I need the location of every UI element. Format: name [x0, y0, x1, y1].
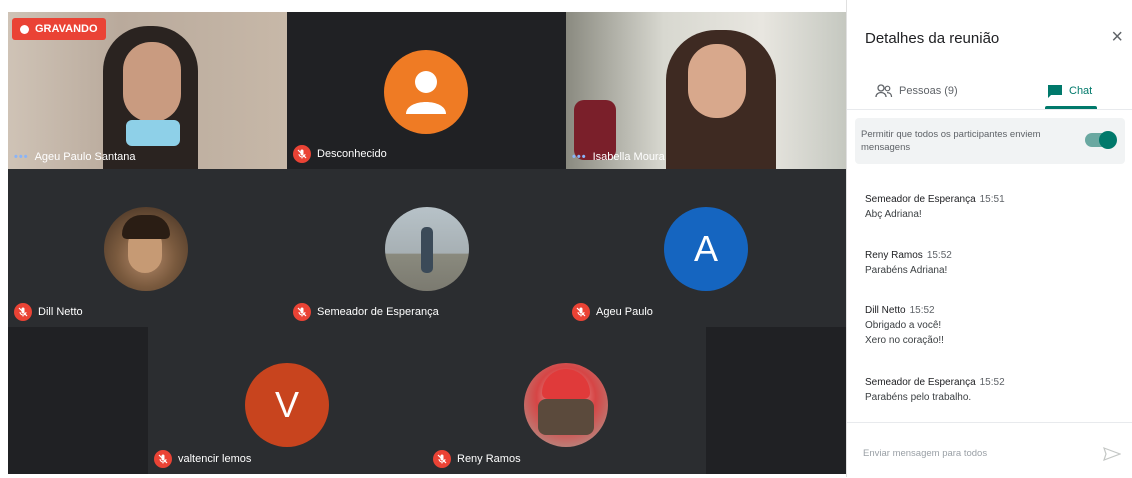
participant-tile[interactable]: V valtencir lemos [148, 327, 427, 474]
participant-name: Dill Netto [38, 306, 83, 318]
avatar [385, 207, 469, 291]
panel-title: Detalhes da reunião [865, 30, 1000, 47]
recording-label: GRAVANDO [35, 23, 98, 35]
message-input[interactable] [861, 447, 1095, 460]
mic-off-icon [14, 303, 32, 321]
avatar [384, 50, 468, 134]
chat-message: Semeador de Esperança 15:52 Parabéns pelo… [865, 377, 1115, 403]
message-sender: Reny Ramos [865, 250, 923, 261]
message-text: Parabéns pelo trabalho. [865, 392, 972, 403]
message-time: 15:52 [926, 250, 952, 261]
participant-tile[interactable]: Reny Ramos [427, 327, 706, 474]
message-time: 15:52 [979, 377, 1005, 388]
avatar-initial: A [693, 228, 718, 269]
tab-chat[interactable]: Chat [1047, 74, 1107, 108]
participant-name: Ageu Paulo [596, 306, 653, 318]
message-sender: Semeador de Esperança [865, 377, 976, 388]
meeting-details-panel: Detalhes da reunião × Pessoas (9) Chat P… [846, 0, 1132, 477]
participant-tile[interactable]: A Ageu Paulo [566, 169, 846, 327]
chat-message: Reny Ramos 15:52 Parabéns Adriana! [865, 250, 1115, 276]
send-icon[interactable] [1103, 447, 1121, 461]
mic-off-icon [572, 303, 590, 321]
participant-tile[interactable]: GRAVANDO ••• Ageu Paulo Santana [8, 12, 287, 169]
mic-off-icon [433, 450, 451, 468]
avatar-initial: V [274, 384, 299, 425]
tab-people[interactable]: Pessoas (9) [875, 74, 985, 108]
avatar: A [664, 207, 748, 291]
recording-dot-icon [20, 24, 29, 34]
participant-tile[interactable]: Desconhecido [287, 12, 566, 169]
person-icon [406, 71, 446, 114]
message-text: Obrigado a você! [865, 320, 942, 331]
chat-permission-toggle[interactable] [1085, 131, 1117, 149]
chat-message: Semeador de Esperança 15:51 Abç Adriana! [865, 194, 1115, 220]
mic-off-icon [293, 145, 311, 163]
tab-people-label: Pessoas (9) [899, 85, 958, 97]
video-grid: GRAVANDO ••• Ageu Paulo Santana Desconhe… [8, 12, 846, 474]
close-button[interactable]: × [1111, 26, 1123, 49]
chat-permission-setting: Permitir que todos os participantes envi… [855, 118, 1125, 164]
message-composer [847, 422, 1132, 478]
mic-off-icon [293, 303, 311, 321]
message-text: Parabéns Adriana! [865, 265, 948, 276]
tabs-divider [847, 109, 1132, 110]
participant-name: Isabella Moura [592, 151, 665, 163]
message-sender: Dill Netto [865, 305, 906, 316]
participant-face [688, 44, 746, 118]
tab-chat-label: Chat [1069, 85, 1093, 97]
participant-tile[interactable]: Dill Netto [8, 169, 287, 327]
chat-icon [1048, 84, 1062, 98]
avatar [104, 207, 188, 291]
message-time: 15:52 [909, 305, 935, 316]
chat-message: Dill Netto 15:52 Obrigado a você! Xero no… [865, 305, 1115, 346]
participant-tile[interactable]: Semeador de Esperança [287, 169, 566, 327]
avatar: V [245, 363, 329, 447]
avatar [524, 363, 608, 447]
permission-label: Permitir que todos os participantes envi… [861, 129, 1041, 153]
participant-name: Reny Ramos [457, 453, 521, 465]
toggle-knob [1099, 131, 1117, 149]
participant-face [123, 42, 181, 122]
recording-badge: GRAVANDO [12, 18, 106, 40]
participant-name: Ageu Paulo Santana [34, 151, 136, 163]
speaking-indicator-icon: ••• [572, 151, 587, 163]
face-mask [126, 120, 180, 146]
avatar-person [421, 227, 433, 273]
participant-name: valtencir lemos [178, 453, 252, 465]
participant-name: Desconhecido [317, 148, 387, 160]
mic-off-icon [154, 450, 172, 468]
message-sender: Semeador de Esperança [865, 194, 976, 205]
avatar-heart [542, 369, 590, 399]
people-icon [875, 84, 893, 98]
avatar-group [538, 399, 594, 435]
avatar-hair [122, 215, 170, 239]
participant-name: Semeador de Esperança [317, 306, 439, 318]
participant-tile[interactable]: ••• Isabella Moura [566, 12, 846, 169]
speaking-indicator-icon: ••• [14, 151, 29, 163]
message-time: 15:51 [979, 194, 1005, 205]
message-text: Xero no coração!! [865, 335, 944, 346]
message-text: Abç Adriana! [865, 209, 922, 220]
